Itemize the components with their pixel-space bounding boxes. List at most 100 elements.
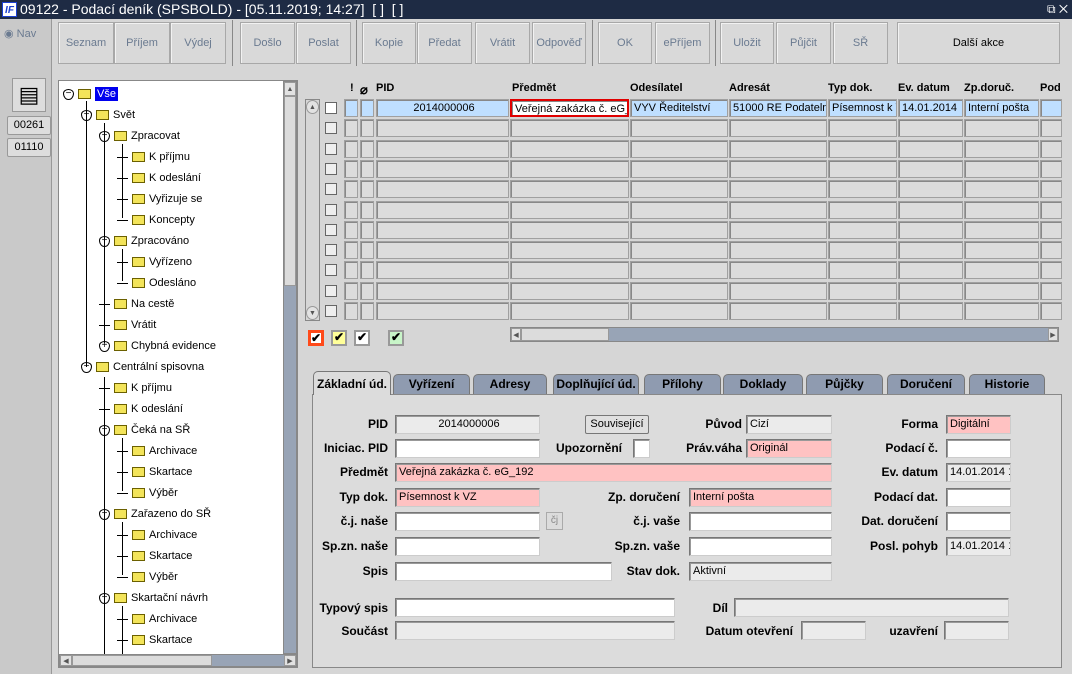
empty-cell[interactable] [510,241,629,260]
table-cell[interactable] [360,99,374,117]
empty-cell[interactable] [729,180,827,199]
row-checkbox[interactable] [325,223,337,236]
row-checkbox[interactable] [325,102,337,114]
souvisejici-button[interactable]: Související [585,415,649,434]
tab-5[interactable]: Doklady [723,374,803,394]
podaci-dat-field[interactable] [946,488,1011,507]
empty-cell[interactable] [729,139,827,158]
grid-vertical-scrollbar[interactable]: ▲ ▼ [305,99,320,321]
prav-vaha-field[interactable]: Originál [746,439,832,458]
ulozit-button[interactable]: Uložit [720,22,774,64]
empty-cell[interactable] [828,220,897,239]
empty-cell[interactable] [828,139,897,158]
empty-cell[interactable] [898,139,963,158]
predmet-field[interactable]: Veřejná zakázka č. eG_192 [395,463,832,482]
empty-cell[interactable] [729,159,827,178]
tree-node[interactable]: + Chybná evidence [99,336,216,356]
empty-cell[interactable] [1040,261,1062,280]
collapse-icon[interactable]: − [63,88,74,100]
empty-cell[interactable] [510,159,629,178]
empty-cell[interactable] [828,159,897,178]
empty-cell[interactable] [828,241,897,260]
typovy-spis-field[interactable] [395,598,675,617]
cj-button[interactable]: čj [546,512,563,530]
odpoved-button[interactable]: Odpověď [532,22,586,64]
empty-cell[interactable] [729,302,827,320]
uzavreni-field[interactable] [944,621,1009,640]
spzn-nase-field[interactable] [395,537,540,556]
empty-cell[interactable] [344,119,358,138]
empty-cell[interactable] [360,139,374,158]
empty-cell[interactable] [344,159,358,178]
empty-cell[interactable] [510,281,629,300]
empty-cell[interactable] [510,180,629,199]
empty-cell[interactable] [729,119,827,138]
empty-cell[interactable] [828,180,897,199]
empty-cell[interactable] [360,159,374,178]
row-checkbox[interactable] [325,142,337,155]
tab-1[interactable]: Vyřízení [393,374,470,394]
empty-cell[interactable] [828,200,897,219]
empty-cell[interactable] [1040,220,1062,239]
empty-cell[interactable] [1040,139,1062,158]
tree-node[interactable]: K odeslání [117,168,201,188]
col-header-zp-doruc[interactable]: Zp.doruč. [964,82,1014,94]
kopie-button[interactable]: Kopie [362,22,416,64]
tree-node[interactable]: −Svět [81,105,135,125]
empty-cell[interactable] [630,241,728,260]
ev-datum-field[interactable]: 14.01.2014 1 [946,463,1011,482]
row-checkbox[interactable] [325,183,337,196]
tree-node[interactable]: Vyřizuje se [117,189,202,209]
window-controls[interactable]: ⧉ ✕ [1047,0,1068,19]
empty-cell[interactable] [898,220,963,239]
empty-cell[interactable] [510,220,629,239]
empty-cell[interactable] [630,281,728,300]
empty-cell[interactable] [964,200,1039,219]
row-checkbox[interactable] [325,305,337,317]
pujcit-button[interactable]: Půjčit [776,22,831,64]
pid-field[interactable]: 2014000006 [395,415,540,434]
empty-cell[interactable] [510,302,629,320]
folder-tree[interactable]: − Vše −Svět−Zpracovat K příjmu K odeslání Vyř… [58,80,298,668]
doslo-button[interactable]: Došlo [240,22,295,64]
tree-node[interactable]: −Čeká na SŘ [99,420,190,440]
table-cell[interactable]: 51000 RE Podatelna [729,99,827,117]
row-checkbox[interactable] [325,203,337,216]
empty-cell[interactable] [964,261,1039,280]
upozorneni-checkbox[interactable] [633,439,650,458]
tree-node[interactable]: Vyřízeno [117,252,192,272]
dat-doruceni-field[interactable] [946,512,1011,531]
empty-cell[interactable] [376,261,509,280]
empty-cell[interactable] [360,180,374,199]
empty-cell[interactable] [898,241,963,260]
table-cell[interactable]: Písemnost k VZ [828,99,897,117]
empty-cell[interactable] [360,241,374,260]
empty-cell[interactable] [1040,180,1062,199]
tree-node[interactable]: Výběr [117,483,178,503]
empty-cell[interactable] [1040,302,1062,320]
soucast-field[interactable] [395,621,675,640]
forma-field[interactable]: Digitální [946,415,1011,434]
tab-0[interactable]: Základní úd. [313,371,391,395]
document-icon[interactable]: ▤ [12,78,46,112]
tab-3[interactable]: Doplňující úd. [553,374,639,394]
table-cell[interactable]: Veřejná zakázka č. eG_ [510,99,629,117]
tab-4[interactable]: Přílohy [644,374,721,394]
col-header-typ-dok[interactable]: Typ dok. [828,82,872,94]
empty-cell[interactable] [1040,281,1062,300]
empty-cell[interactable] [898,302,963,320]
empty-cell[interactable] [360,302,374,320]
table-cell[interactable] [344,99,358,117]
empty-cell[interactable] [510,119,629,138]
empty-cell[interactable] [510,200,629,219]
empty-cell[interactable] [376,180,509,199]
empty-cell[interactable] [898,119,963,138]
empty-cell[interactable] [630,159,728,178]
grid-horizontal-scrollbar[interactable]: ◀ ▶ [510,327,1059,342]
empty-cell[interactable] [360,261,374,280]
grid-hscroll-thumb[interactable] [521,328,609,341]
empty-cell[interactable] [344,281,358,300]
col-header-pod[interactable]: Pod [1040,82,1061,94]
tree-node[interactable]: Na cestě [99,294,174,314]
tab-8[interactable]: Historie [969,374,1045,394]
